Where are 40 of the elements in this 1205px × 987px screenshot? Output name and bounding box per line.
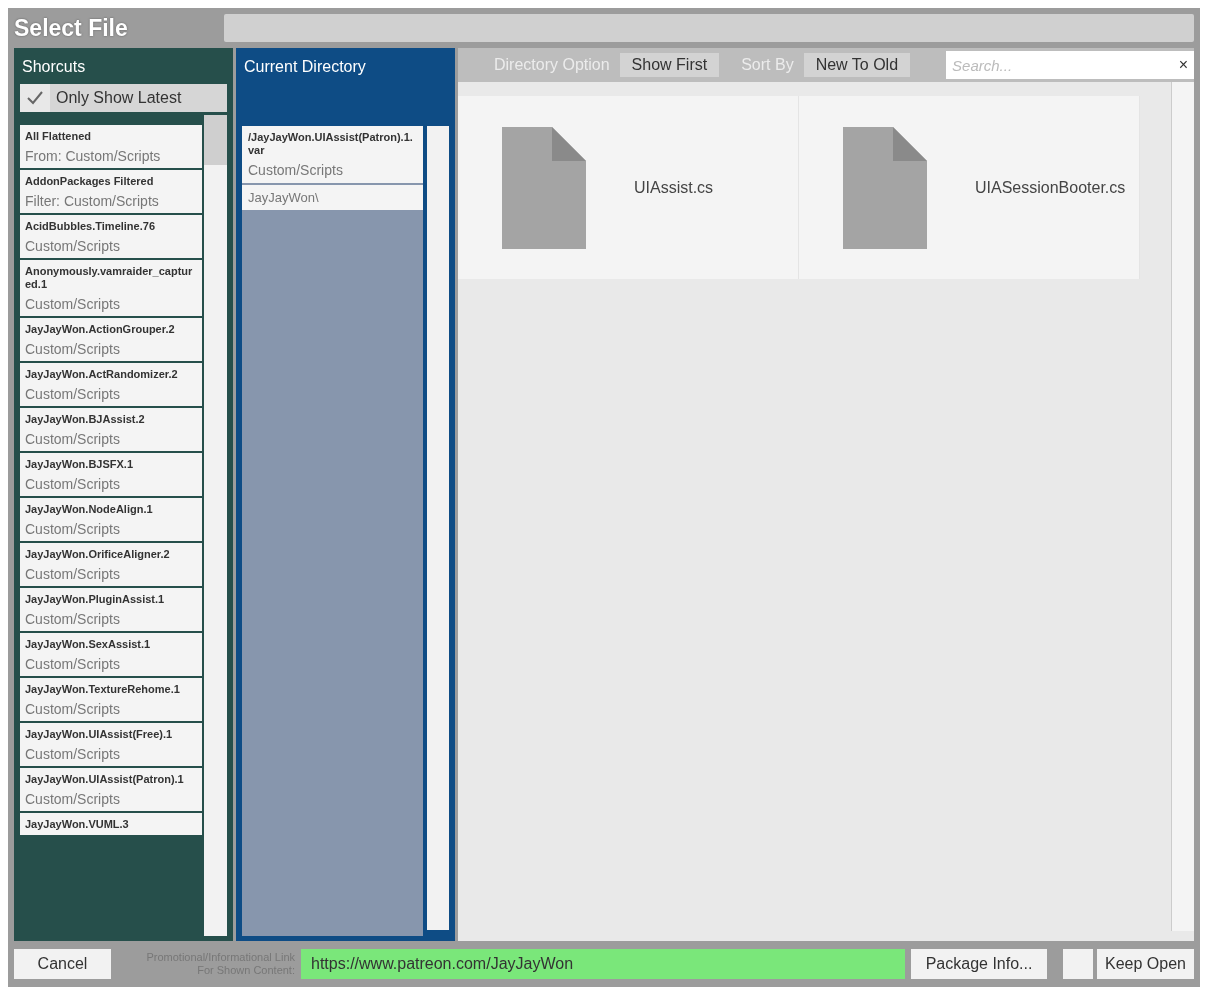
search-field[interactable]: Search... × [946, 51, 1194, 79]
shortcut-item[interactable]: AddonPackages Filtered Filter: Custom/Scripts [20, 170, 202, 213]
file-icon [843, 126, 927, 249]
directory-item[interactable]: JayJayWon\ [242, 185, 423, 210]
shortcut-item[interactable]: JayJayWon.BJSFX.1 Custom/Scripts [20, 453, 202, 496]
panel-title: Shorcuts [21, 57, 87, 77]
shortcut-item[interactable]: JayJayWon.TextureRehome.1 Custom/Scripts [20, 678, 202, 721]
shortcut-item[interactable]: JayJayWon.PluginAssist.1 Custom/Scripts [20, 588, 202, 631]
shortcut-item[interactable]: JayJayWon.SexAssist.1 Custom/Scripts [20, 633, 202, 676]
shortcut-item[interactable]: All Flattened From: Custom/Scripts [20, 125, 202, 168]
link-field[interactable]: https://www.patreon.com/JayJayWon [301, 949, 906, 979]
file-icon [502, 126, 586, 249]
clear-search-button[interactable]: × [1172, 56, 1194, 74]
directory-item[interactable]: /JayJayWon.UIAssist(Patron).1.var Custom/Scripts [242, 126, 423, 183]
shortcut-item[interactable]: JayJayWon.NodeAlign.1 Custom/Scripts [20, 498, 202, 541]
directory-option-button[interactable]: Show First [619, 53, 720, 77]
shortcut-item[interactable]: Anonymously.vamraider_captured.1 Custom/Scripts [20, 260, 202, 316]
shortcut-item[interactable]: JayJayWon.ActionGrouper.2 Custom/Scripts [20, 318, 202, 361]
cancel-button[interactable]: Cancel [14, 949, 111, 979]
sort-order-button[interactable]: New To Old [803, 53, 911, 77]
file-tile[interactable]: UIASessionBooter.cs [799, 96, 1140, 279]
package-info-button[interactable]: Package Info... [911, 949, 1048, 979]
scrollbar[interactable] [204, 115, 227, 936]
shortcut-item[interactable]: JayJayWon.ActRandomizer.2 Custom/Scripts [20, 363, 202, 406]
scrollbar[interactable] [427, 126, 449, 930]
shortcut-item[interactable]: JayJayWon.VUML.3 [20, 813, 202, 835]
keep-open-checkbox[interactable] [1063, 949, 1094, 979]
only-show-latest-checkbox[interactable]: Only Show Latest [20, 84, 227, 112]
shortcut-item[interactable]: AcidBubbles.Timeline.76 Custom/Scripts [20, 215, 202, 258]
keep-open-label[interactable]: Keep Open [1097, 949, 1194, 979]
file-name: UIASessionBooter.cs [975, 178, 1127, 197]
file-tile[interactable]: UIAssist.cs [458, 96, 799, 279]
shortcut-item[interactable]: JayJayWon.UIAssist(Patron).1 Custom/Scripts [20, 768, 202, 811]
shortcut-item[interactable]: JayJayWon.BJAssist.2 Custom/Scripts [20, 408, 202, 451]
panel-title: Current Directory [243, 57, 367, 77]
scrollbar[interactable] [1171, 82, 1194, 931]
shortcut-item[interactable]: JayJayWon.OrificeAligner.2 Custom/Scripts [20, 543, 202, 586]
shortcut-item[interactable]: JayJayWon.UIAssist(Free).1 Custom/Scripts [20, 723, 202, 766]
file-name: UIAssist.cs [634, 178, 715, 197]
window-title: Select File [14, 14, 129, 42]
